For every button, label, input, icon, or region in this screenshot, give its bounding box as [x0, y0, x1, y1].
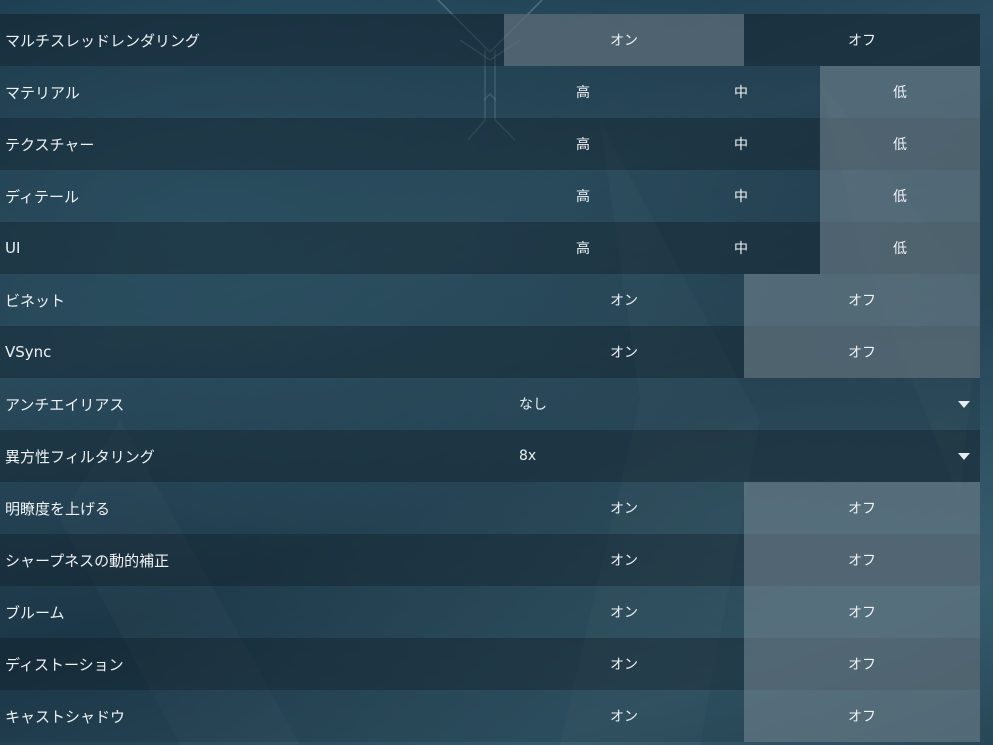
setting-label: シャープネスの動的補正: [5, 551, 170, 570]
option-group: オン オフ: [504, 638, 980, 690]
option-group: オン オフ: [504, 326, 980, 378]
setting-label: マルチスレッドレンダリング: [5, 31, 201, 50]
option-button[interactable]: オフ: [744, 586, 980, 638]
option-button[interactable]: オン: [504, 534, 744, 586]
setting-label: マテリアル: [5, 83, 80, 102]
option-button[interactable]: 高: [504, 222, 662, 274]
setting-label: 異方性フィルタリング: [5, 447, 155, 466]
option-group: オン オフ: [504, 482, 980, 534]
setting-row: 明瞭度を上げる オン オフ: [0, 482, 980, 534]
option-button[interactable]: オフ: [744, 534, 980, 586]
option-group: オン オフ: [504, 14, 980, 66]
setting-row: マルチスレッドレンダリング オン オフ: [0, 14, 980, 66]
setting-row: テクスチャー 高中低: [0, 118, 980, 170]
setting-row: UI 高中低: [0, 222, 980, 274]
option-button[interactable]: オン: [504, 586, 744, 638]
setting-row: 異方性フィルタリング 8x: [0, 430, 980, 482]
option-button[interactable]: 中: [662, 222, 820, 274]
option-button[interactable]: オン: [504, 14, 744, 66]
setting-label: 明瞭度を上げる: [5, 499, 111, 518]
setting-row: ブルーム オン オフ: [0, 586, 980, 638]
setting-row: VSync オン オフ: [0, 326, 980, 378]
setting-label: ディストーション: [5, 655, 124, 674]
option-button[interactable]: オン: [504, 326, 744, 378]
option-button[interactable]: オン: [504, 274, 744, 326]
option-button[interactable]: 高: [504, 170, 662, 222]
option-group: 高中低: [504, 170, 980, 222]
option-button[interactable]: 中: [662, 66, 820, 118]
option-button[interactable]: 中: [662, 118, 820, 170]
option-group: 高中低: [504, 222, 980, 274]
option-button[interactable]: 低: [820, 66, 980, 118]
option-button[interactable]: 中: [662, 170, 820, 222]
option-group: オン オフ: [504, 274, 980, 326]
option-button[interactable]: オフ: [744, 638, 980, 690]
option-button[interactable]: オフ: [744, 274, 980, 326]
option-button[interactable]: 低: [820, 118, 980, 170]
option-group: オン オフ: [504, 690, 980, 742]
setting-row: ビネット オン オフ: [0, 274, 980, 326]
graphics-settings-list: マルチスレッドレンダリング オン オフ マテリアル高中低テクスチャー高中低ディテール高…: [0, 14, 980, 742]
setting-label: ディテール: [5, 187, 79, 206]
caret-down-icon: [958, 452, 970, 460]
option-button[interactable]: 低: [820, 222, 980, 274]
setting-row: キャストシャドウ オン オフ: [0, 690, 980, 742]
option-group: 高中低: [504, 118, 980, 170]
option-button[interactable]: オフ: [744, 690, 980, 742]
setting-label: VSync: [5, 343, 52, 361]
dropdown-value: なし: [519, 397, 547, 413]
setting-row: アンチエイリアス なし: [0, 378, 980, 430]
setting-label: ブルーム: [5, 603, 65, 622]
option-button[interactable]: 低: [820, 170, 980, 222]
option-button[interactable]: 高: [504, 118, 662, 170]
option-group: オン オフ: [504, 586, 980, 638]
option-button[interactable]: オフ: [744, 326, 980, 378]
setting-label: ビネット: [5, 291, 66, 310]
option-button[interactable]: オフ: [744, 482, 980, 534]
option-group: オン オフ: [504, 534, 980, 586]
setting-label: キャストシャドウ: [5, 707, 126, 726]
setting-dropdown[interactable]: なし: [504, 378, 980, 430]
setting-row: シャープネスの動的補正 オン オフ: [0, 534, 980, 586]
option-group: 高中低: [504, 66, 980, 118]
setting-row: ディストーション オン オフ: [0, 638, 980, 690]
option-button[interactable]: 高: [504, 66, 662, 118]
caret-down-icon: [958, 400, 970, 408]
option-button[interactable]: オン: [504, 482, 744, 534]
option-button[interactable]: オン: [504, 690, 744, 742]
option-button[interactable]: オフ: [744, 14, 980, 66]
setting-label: テクスチャー: [5, 135, 95, 154]
setting-row: ディテール 高中低: [0, 170, 980, 222]
setting-label: UI: [5, 239, 21, 257]
option-button[interactable]: オン: [504, 638, 744, 690]
dropdown-value: 8x: [519, 448, 537, 464]
setting-row: マテリアル 高中低: [0, 66, 980, 118]
setting-label: アンチエイリアス: [5, 395, 125, 414]
setting-dropdown[interactable]: 8x: [504, 430, 980, 482]
